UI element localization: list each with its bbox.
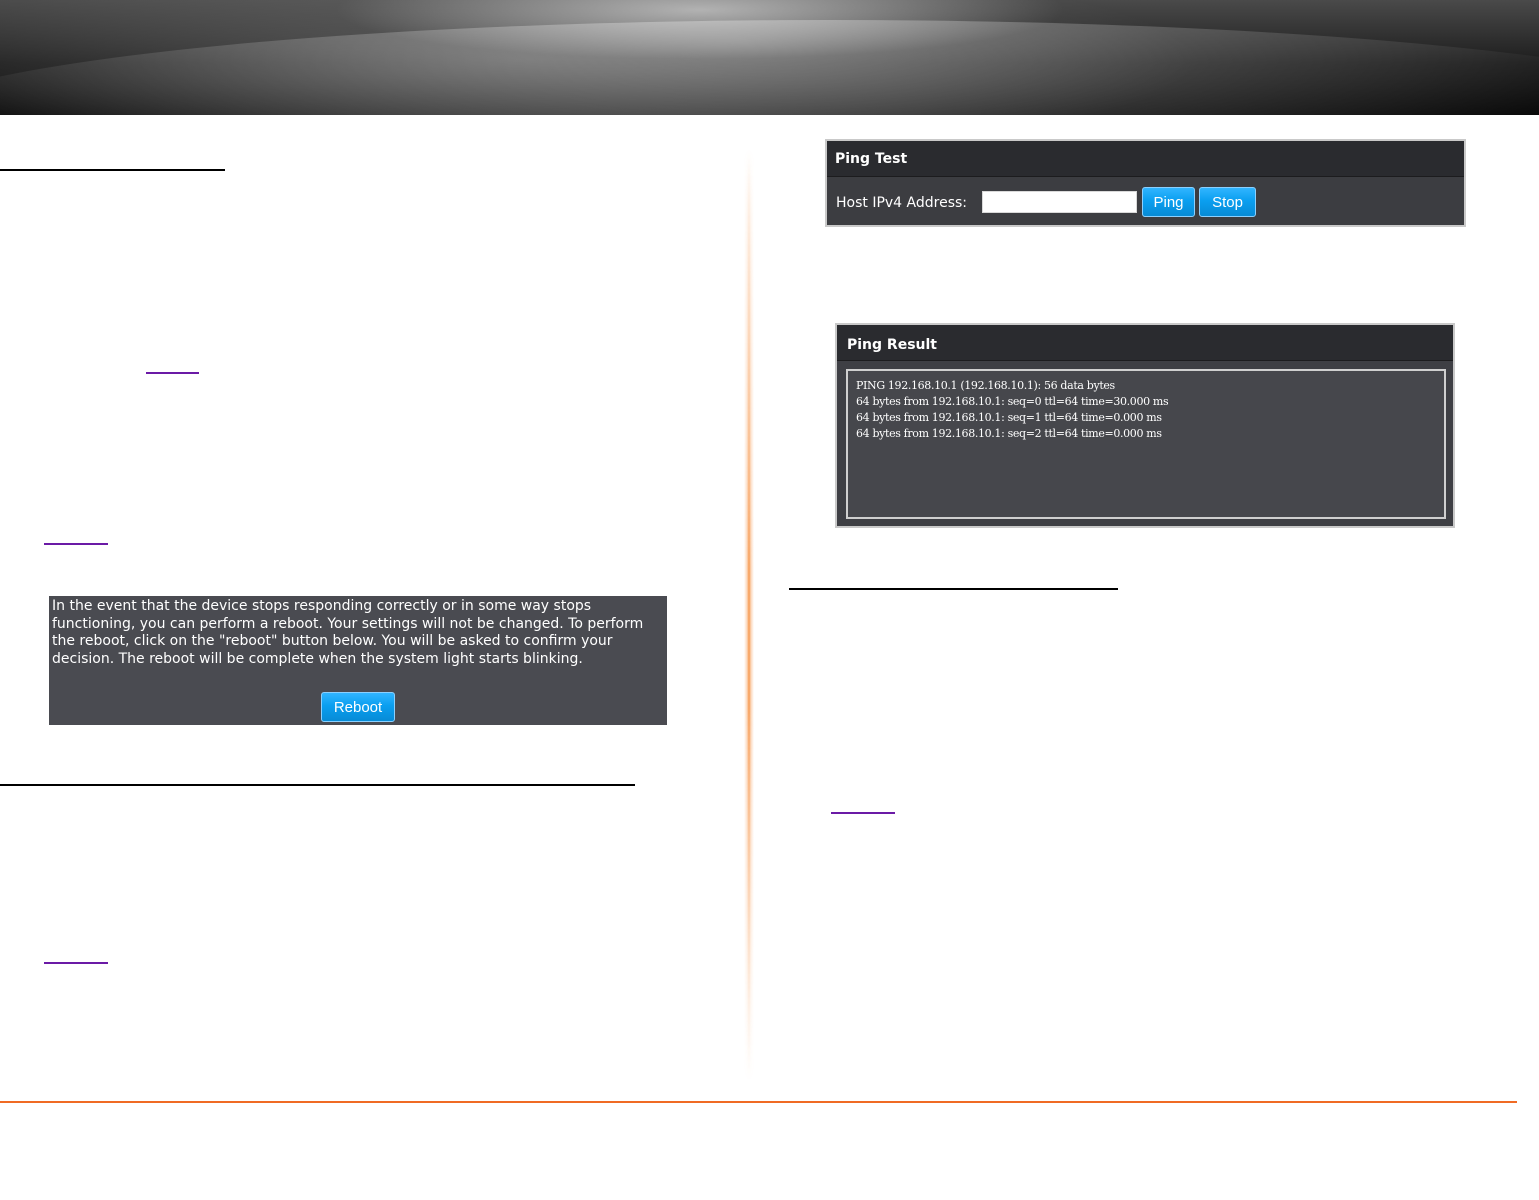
ping-result-line: 64 bytes from 192.168.10.1: seq=2 ttl=64… <box>856 427 1162 440</box>
reboot-button[interactable]: Reboot <box>321 692 395 722</box>
ping-result-line: 64 bytes from 192.168.10.1: seq=0 ttl=64… <box>856 395 1169 408</box>
footer-rule <box>0 1101 1517 1103</box>
link-underline-3[interactable] <box>44 962 108 964</box>
section-heading-underline-2 <box>0 784 635 786</box>
ping-result-title: Ping Result <box>837 325 1453 361</box>
ping-result-line: PING 192.168.10.1 (192.168.10.1): 56 dat… <box>856 379 1115 392</box>
host-ipv4-label: Host IPv4 Address: <box>836 195 968 211</box>
link-underline-4[interactable] <box>831 812 895 814</box>
reboot-description: In the event that the device stops respo… <box>52 598 644 667</box>
column-divider <box>744 150 754 1080</box>
host-ipv4-input[interactable] <box>982 191 1137 213</box>
ping-result-lines: PING 192.168.10.1 (192.168.10.1): 56 dat… <box>856 378 1169 442</box>
ping-test-title: Ping Test <box>827 141 1464 177</box>
ping-button[interactable]: Ping <box>1142 187 1195 217</box>
header-swoosh-graphic <box>0 0 1539 115</box>
ping-test-panel: Ping Test Host IPv4 Address: Ping Stop <box>825 139 1466 227</box>
ping-result-panel: Ping Result PING 192.168.10.1 (192.168.1… <box>835 323 1455 528</box>
ping-result-output[interactable]: PING 192.168.10.1 (192.168.10.1): 56 dat… <box>846 369 1446 519</box>
link-underline-2[interactable] <box>44 543 108 545</box>
stop-button[interactable]: Stop <box>1199 187 1256 217</box>
link-underline-1[interactable] <box>146 372 199 374</box>
section-heading-underline-1 <box>0 169 225 171</box>
section-heading-underline-3 <box>789 588 1118 590</box>
ping-result-line: 64 bytes from 192.168.10.1: seq=1 ttl=64… <box>856 411 1162 424</box>
